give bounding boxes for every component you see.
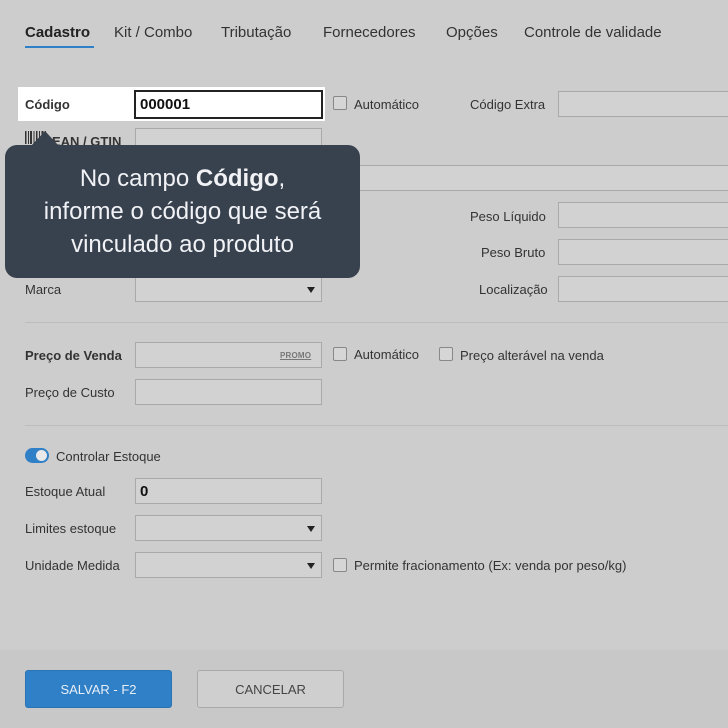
preco-automatico-label: Automático [354, 347, 420, 362]
toggle-knob [36, 450, 47, 461]
codigo-extra-input[interactable] [558, 91, 728, 117]
localizacao-label: Localização [479, 282, 548, 297]
tab-bar: Cadastro Kit / Combo Tributação Forneced… [0, 0, 728, 60]
preco-custo-input[interactable] [135, 379, 322, 405]
codigo-automatico-checkbox[interactable] [333, 96, 347, 110]
tooltip-arrow [31, 131, 59, 146]
unidade-medida-label: Unidade Medida [25, 558, 120, 573]
tab-kit-combo[interactable]: Kit / Combo [114, 24, 192, 41]
chevron-down-icon [307, 563, 315, 569]
tooltip-line-2: informe o código que será [43, 198, 322, 225]
tooltip: No campo Código, informe o código que se… [5, 145, 360, 278]
unidade-medida-select[interactable] [135, 552, 322, 578]
tooltip-line-1: No campo Código, [80, 162, 285, 195]
controlar-estoque-toggle[interactable] [25, 448, 49, 463]
peso-liquido-label: Peso Líquido [470, 209, 546, 224]
preco-venda-label: Preço de Venda [25, 348, 122, 363]
peso-bruto-label: Peso Bruto [481, 245, 546, 260]
controlar-estoque-label: Controlar Estoque [56, 449, 161, 464]
estoque-atual-input[interactable] [135, 478, 322, 504]
localizacao-input[interactable] [558, 276, 728, 302]
tooltip-suffix: , [278, 165, 286, 192]
marca-label: Marca [25, 282, 62, 297]
tab-fornecedores[interactable]: Fornecedores [323, 24, 416, 41]
tooltip-prefix: No campo [79, 165, 196, 192]
tab-opcoes[interactable]: Opções [446, 24, 498, 41]
preco-custo-label: Preço de Custo [25, 385, 115, 400]
tab-controle-validade[interactable]: Controle de validade [524, 24, 662, 41]
codigo-automatico-label: Automático [354, 97, 420, 112]
active-tab-indicator [25, 46, 94, 48]
cancel-button[interactable]: CANCELAR [197, 670, 344, 708]
preco-alteravel-checkbox[interactable] [439, 347, 453, 361]
codigo-label: Código [25, 97, 70, 112]
save-button[interactable]: SALVAR - F2 [25, 670, 172, 708]
tooltip-emphasis: Código [195, 165, 279, 192]
section-divider [25, 322, 728, 323]
peso-bruto-input[interactable] [558, 239, 728, 265]
preco-automatico-checkbox[interactable] [333, 347, 347, 361]
tab-cadastro[interactable]: Cadastro [25, 24, 90, 41]
section-divider [25, 425, 728, 426]
chevron-down-icon [307, 287, 315, 293]
permite-fracionamento-label: Permite fracionamento (Ex: venda por pes… [354, 558, 627, 573]
codigo-input[interactable] [134, 90, 323, 119]
preco-alteravel-label: Preço alterável na venda [460, 348, 604, 363]
permite-fracionamento-checkbox[interactable] [333, 558, 347, 572]
estoque-atual-label: Estoque Atual [25, 484, 106, 499]
chevron-down-icon [307, 526, 315, 532]
promo-link[interactable]: PROMO [280, 351, 311, 360]
tooltip-line-3: vinculado ao produto [71, 231, 294, 258]
codigo-extra-label: Código Extra [470, 97, 546, 112]
marca-select[interactable] [135, 276, 322, 302]
limites-estoque-label: Limites estoque [25, 521, 117, 536]
limites-estoque-select[interactable] [135, 515, 322, 541]
peso-liquido-input[interactable] [558, 202, 728, 228]
tab-tributacao[interactable]: Tributação [221, 24, 291, 41]
